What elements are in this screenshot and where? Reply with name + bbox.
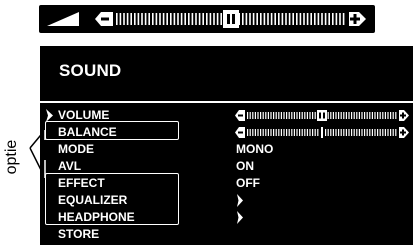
- annotation-connectors: [29, 129, 46, 179]
- optie-annotation: optie: [3, 139, 20, 175]
